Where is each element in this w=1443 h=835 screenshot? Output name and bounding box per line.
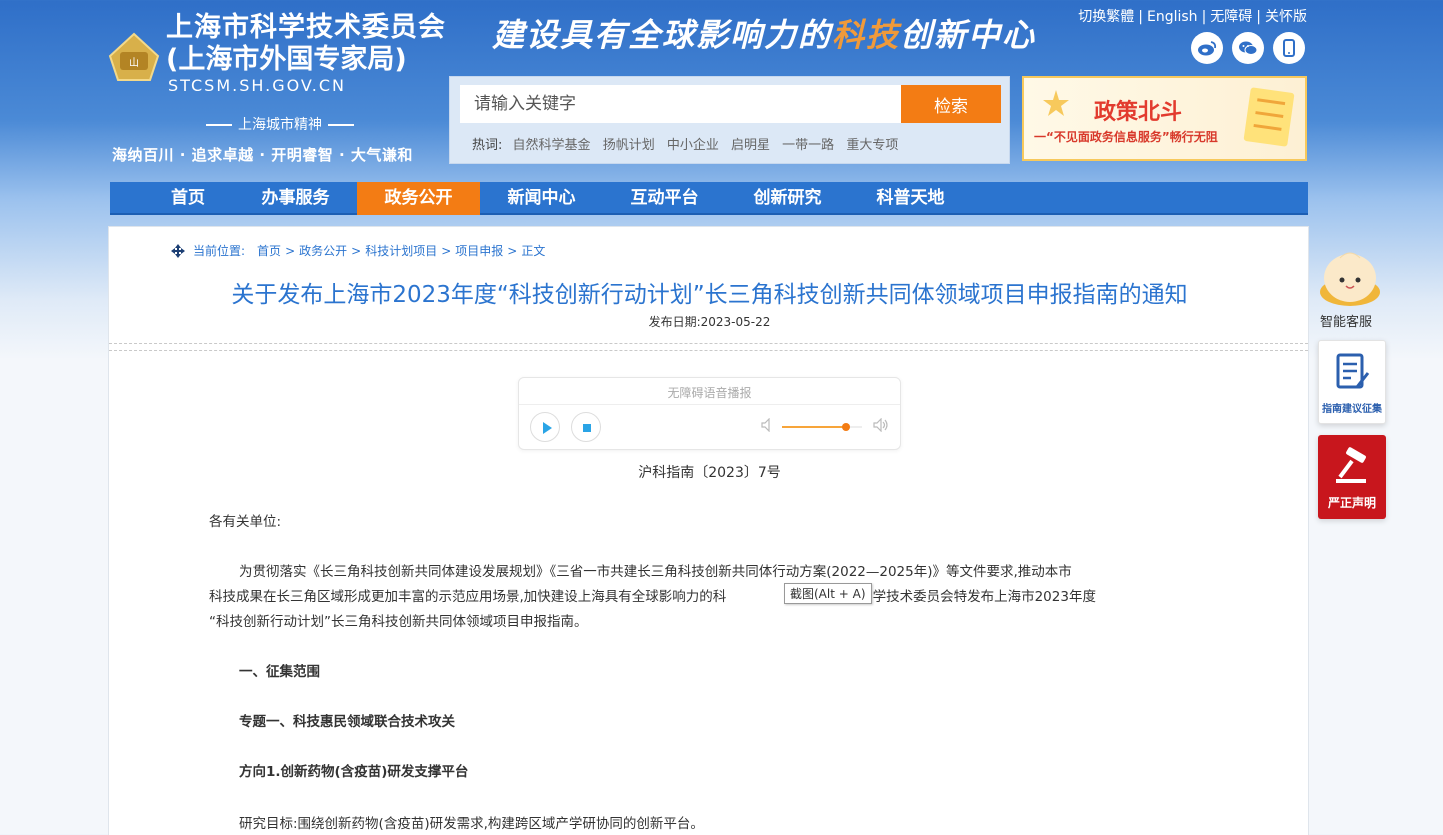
banner-subtitle: 一“不见面政务信息服务”畅行无阻 <box>1034 130 1218 144</box>
hot-word[interactable]: 中小企业 <box>667 138 719 153</box>
slogan: 建设具有全球影响力的科技创新中心 <box>492 16 1037 54</box>
direction-heading: 方向1.创新药物(含疫苗)研发支撑平台 <box>239 764 469 780</box>
breadcrumb: 当前位置: 首页 > 政务公开 > 科技计划项目 > 项目申报 > 正文 <box>171 242 545 259</box>
nav-news[interactable]: 新闻中心 <box>480 182 603 215</box>
link-care[interactable]: 关怀版 <box>1265 9 1307 25</box>
guide-suggestion-card[interactable]: 指南建议征集 <box>1318 340 1386 424</box>
star-decoration-icon <box>1043 90 1069 116</box>
gavel-icon <box>1336 447 1366 483</box>
svg-text:山: 山 <box>129 57 139 69</box>
document-edit-icon <box>1336 353 1370 389</box>
stop-icon <box>583 424 591 432</box>
spirit-text: 海纳百川 · 追求卓越 · 开明睿智 · 大气谦和 <box>112 146 413 164</box>
article-title: 关于发布上海市2023年度“科技创新行动计划”长三角科技创新共同体领域项目申报指… <box>231 282 1188 308</box>
paragraph-line: “科技创新行动计划”长三角科技创新共同体领域项目申报指南。 <box>209 614 588 630</box>
breadcrumb-item[interactable]: 政务公开 <box>299 242 347 259</box>
weibo-icon[interactable] <box>1191 32 1223 64</box>
research-goal: 研究目标:围绕创新药物(含疫苗)研发需求,构建跨区域产学研协同的创新平台。 <box>239 816 704 832</box>
chatbot-icon[interactable] <box>1318 246 1382 310</box>
site-name-sub: (上海市外国专家局) <box>166 44 407 75</box>
breadcrumb-item[interactable]: 项目申报 <box>455 242 503 259</box>
play-button[interactable] <box>530 412 560 442</box>
banner-title: 政策北斗 <box>1094 100 1183 125</box>
breadcrumb-item[interactable]: 科技计划项目 <box>365 242 437 259</box>
breadcrumb-label: 当前位置: <box>193 244 246 258</box>
volume-fill <box>782 426 846 428</box>
main-nav: 首页 办事服务 政务公开 新闻中心 互动平台 创新研究 科普天地 <box>110 182 1308 215</box>
volume-handle[interactable] <box>842 423 850 431</box>
nav-services[interactable]: 办事服务 <box>234 182 357 215</box>
hot-word[interactable]: 启明星 <box>731 138 770 153</box>
player-title: 无障碍语音播报 <box>667 386 752 400</box>
link-english[interactable]: English <box>1147 9 1198 25</box>
statement-label: 严正声明 <box>1327 496 1376 510</box>
policy-banner[interactable]: 政策北斗 一“不见面政务信息服务”畅行无阻 <box>1022 76 1307 161</box>
breadcrumb-item: 正文 <box>521 244 546 258</box>
screenshot-tooltip: 截图(Alt + A) <box>784 583 872 604</box>
search-panel: 检索 热词: 自然科学基金 扬帆计划 中小企业 启明星 一带一路 重大专项 <box>449 76 1010 164</box>
nav-interaction[interactable]: 互动平台 <box>603 182 726 215</box>
divider <box>519 404 900 405</box>
breadcrumb-item[interactable]: 首页 <box>257 242 281 259</box>
spirit-title: 上海城市精神 <box>195 114 365 134</box>
salutation: 各有关单位: <box>209 514 282 530</box>
hot-words-label: 热词: <box>472 138 503 153</box>
audio-player: 无障碍语音播报 <box>518 377 901 450</box>
paragraph-line: 科技成果在长三角区域形成更加丰富的示范应用场景,加快建设上海具有全球影响力的科,… <box>209 589 1096 605</box>
mobile-icon[interactable] <box>1273 32 1305 64</box>
document-icon <box>1243 87 1295 147</box>
location-move-icon <box>171 243 185 258</box>
document-number: 沪科指南〔2023〕7号 <box>638 465 781 481</box>
hot-word[interactable]: 重大专项 <box>846 138 898 153</box>
publish-date: 发布日期:2023-05-22 <box>648 315 771 329</box>
wechat-icon[interactable] <box>1232 32 1264 64</box>
statement-card[interactable]: 严正声明 <box>1318 435 1386 519</box>
hot-words: 热词: 自然科学基金 扬帆计划 中小企业 启明星 一带一路 重大专项 <box>472 134 906 153</box>
hot-word[interactable]: 扬帆计划 <box>603 138 655 153</box>
hot-word[interactable]: 一带一路 <box>782 138 834 153</box>
nav-research[interactable]: 创新研究 <box>726 182 849 215</box>
volume-high-icon[interactable] <box>873 418 889 432</box>
hot-word[interactable]: 自然科学基金 <box>513 138 591 153</box>
site-logo[interactable]: 山 上海市科学技术委员会 (上海市外国专家局) STCSM.SH.GOV.CN <box>108 10 458 110</box>
site-domain: STCSM.SH.GOV.CN <box>168 76 347 95</box>
volume-low-icon[interactable] <box>761 418 773 432</box>
topic-heading: 专题一、科技惠民领域联合技术攻关 <box>239 714 455 730</box>
stop-button[interactable] <box>571 412 601 442</box>
play-icon <box>543 422 552 434</box>
site-name: 上海市科学技术委员会 <box>166 12 446 43</box>
divider <box>109 343 1308 351</box>
section-heading: 一、征集范围 <box>239 664 320 680</box>
emblem-icon: 山 <box>108 32 160 81</box>
search-button[interactable]: 检索 <box>901 85 1001 123</box>
nav-gov-affairs[interactable]: 政务公开 <box>357 182 480 215</box>
link-accessibility[interactable]: 无障碍 <box>1210 9 1252 25</box>
search-input[interactable] <box>460 85 901 123</box>
nav-home[interactable]: 首页 <box>142 182 234 215</box>
guide-suggestion-label: 指南建议征集 <box>1322 404 1382 415</box>
nav-science[interactable]: 科普天地 <box>849 182 972 215</box>
link-traditional[interactable]: 切换繁體 <box>1078 9 1134 25</box>
paragraph-line: 为贯彻落实《长三角科技创新共同体建设发展规划》《三省一市共建长三角科技创新共同体… <box>239 564 1072 580</box>
volume-slider[interactable] <box>782 423 862 431</box>
chatbot-label[interactable]: 智能客服 <box>1320 311 1372 330</box>
top-links: 切换繁體 | English | 无障碍 | 关怀版 <box>1078 9 1307 25</box>
article-container: 当前位置: 首页 > 政务公开 > 科技计划项目 > 项目申报 > 正文 关于发布上海市… <box>108 226 1309 835</box>
